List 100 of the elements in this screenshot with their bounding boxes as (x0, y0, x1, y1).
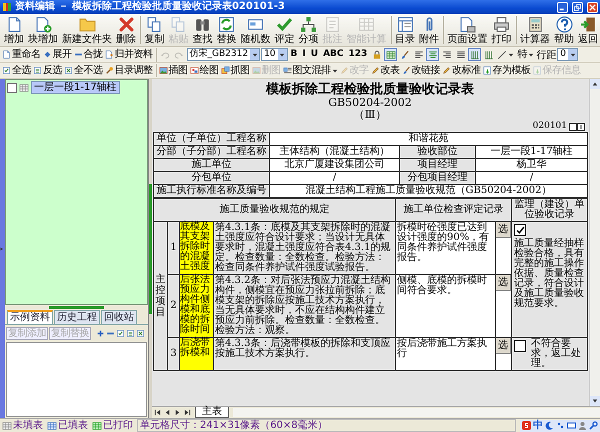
toolbar-button[interactable]: 分项 (296, 14, 320, 46)
toolbar-button[interactable]: 反选 (33, 64, 62, 77)
toolbar-button[interactable]: 随机数 (238, 14, 272, 46)
toolbar-button[interactable]: 块增加 (26, 14, 60, 46)
toolbar-button[interactable]: 改表 (370, 64, 400, 77)
moon-icon[interactable] (545, 421, 554, 430)
toolbar-button[interactable]: 删除 (114, 14, 138, 46)
sheet-tab[interactable]: 主表 (195, 407, 229, 418)
field-label: 分部（子分部）工程名称 (154, 146, 270, 158)
first-icon (154, 409, 160, 416)
punctuation-icon[interactable] (556, 421, 565, 430)
select-button[interactable]: 选 (496, 338, 511, 354)
language-indicator[interactable]: 中 (533, 420, 543, 431)
line-spacing-label: 行距 (536, 48, 556, 62)
toolbar-button[interactable]: 全选 (2, 64, 31, 77)
door-icon (580, 16, 596, 32)
close-button[interactable] (587, 2, 598, 12)
list-icon (126, 329, 135, 338)
field-value: 北京广厦建设集团公司 (270, 158, 400, 172)
toolbar-button[interactable]: 计算器 (518, 14, 552, 46)
restore-button[interactable] (572, 2, 583, 12)
toolbar-button[interactable]: 返回 (576, 14, 600, 46)
toolbar-button[interactable]: 复制 (142, 14, 166, 46)
checkbox[interactable] (514, 340, 526, 352)
hierarchy-icon (300, 16, 317, 32)
toolbar-button[interactable]: 绘图 (190, 64, 218, 77)
table-icon (358, 16, 375, 32)
select-button[interactable]: 选 (496, 275, 511, 291)
toolbar-button[interactable]: 目录调整 (104, 64, 152, 77)
toolbar-button[interactable]: 全不选 (64, 64, 102, 77)
toolbar-button[interactable]: 打印 (490, 14, 514, 46)
dropdown-field[interactable]: 0 (557, 48, 578, 61)
cell-size-text: 单元格尺寸：241×31像素（60×8毫米） (137, 419, 516, 432)
dropdown-field[interactable]: 仿宋_GB2312 (186, 48, 260, 61)
column-header: 监理（建设）单位验收记录 (512, 198, 588, 222)
minimize-button[interactable] (557, 2, 568, 12)
panel-tab[interactable]: 示例资料 (7, 310, 53, 324)
toolbar-button[interactable]: 评定 (272, 14, 296, 46)
toolbar-button[interactable] (426, 48, 440, 61)
toolbar-button[interactable] (468, 48, 482, 61)
keyboard-icon[interactable] (567, 421, 576, 430)
list-icon (33, 66, 42, 75)
legend-label: 未填表 (13, 420, 43, 432)
toolbar-button[interactable]: 展开 (42, 48, 72, 61)
collapse-handle[interactable] (0, 79, 5, 418)
last-sheet-button[interactable] (182, 408, 192, 418)
person-icon[interactable] (578, 421, 587, 430)
format-button[interactable]: B (288, 48, 300, 61)
toolbar-button[interactable]: 目录 (393, 14, 417, 46)
first-sheet-button[interactable] (152, 408, 162, 418)
toolbar-button[interactable]: 存为模板 (482, 64, 530, 77)
toolbar-button[interactable]: 附件 (417, 14, 441, 46)
panel-tab[interactable]: 历史工程 (54, 310, 100, 324)
wrench-icon[interactable] (589, 421, 598, 430)
toolbar-button[interactable]: 归并资料 (104, 48, 152, 61)
toolbar-button[interactable]: 改链接 (402, 64, 440, 77)
horizontal-scrollbar[interactable] (233, 408, 600, 417)
column-header: 施工单位检查评定记录 (396, 198, 512, 222)
scroll-down-button[interactable] (590, 396, 600, 406)
capture-icon (220, 66, 230, 75)
toolbar-button[interactable]: 页面设置 (446, 14, 490, 46)
format-button[interactable]: U (308, 48, 320, 61)
checkbox[interactable] (7, 82, 17, 92)
toolbar-button[interactable]: 替换 (214, 14, 238, 46)
tree-item[interactable]: 一层一段1-17轴柱 (31, 81, 120, 94)
toolbar-button[interactable]: 合拢 (74, 48, 102, 61)
checkbox[interactable] (514, 224, 526, 236)
toolbar-button[interactable]: 新建文件夹 (60, 14, 114, 46)
toolbar-button[interactable]: 插图 (158, 64, 188, 77)
format-button[interactable]: 123 (346, 48, 370, 61)
pencil-icon (340, 66, 348, 75)
grid-icon (47, 420, 57, 430)
scroll-up-button[interactable] (590, 79, 600, 89)
help-icon (556, 16, 572, 32)
field-value: / (270, 172, 400, 184)
toolbar-button[interactable]: 增加 (2, 14, 26, 46)
toolbar-button[interactable]: 查找 (190, 14, 214, 46)
record-text: 拆模时砼强度已达到设计强度的90%，有同条件养护试件强度报告。 (396, 222, 496, 274)
input-method-icon[interactable] (522, 421, 531, 430)
page-boxes-icon (569, 122, 585, 130)
format-button[interactable]: ABC (321, 48, 346, 61)
lock-icon (372, 50, 382, 60)
dropdown-field[interactable]: 10 (261, 48, 288, 61)
toolbar-button[interactable]: 重命名 (2, 48, 40, 61)
dropdown-button[interactable]: 特 (516, 48, 536, 60)
toolbar-button[interactable]: 图文混排 (282, 64, 338, 77)
toolbar-button[interactable]: 抓图 (220, 64, 250, 77)
dropdown-button[interactable] (496, 50, 516, 60)
select-button[interactable]: 选 (496, 222, 511, 238)
panel-tab[interactable]: 回收站 (101, 310, 137, 324)
grid-icon (2, 420, 12, 430)
line-icon (497, 50, 508, 60)
caret-icon (332, 68, 338, 74)
toolbar-button[interactable] (384, 48, 398, 61)
toolbar-button[interactable]: 改标准 (442, 64, 480, 77)
splitter-handle[interactable] (49, 306, 104, 309)
format-button[interactable]: I (300, 48, 308, 61)
down-arrow-icon (592, 398, 598, 404)
splitter-handle[interactable] (149, 184, 152, 314)
toolbar-button[interactable]: 帮助 (552, 14, 576, 46)
